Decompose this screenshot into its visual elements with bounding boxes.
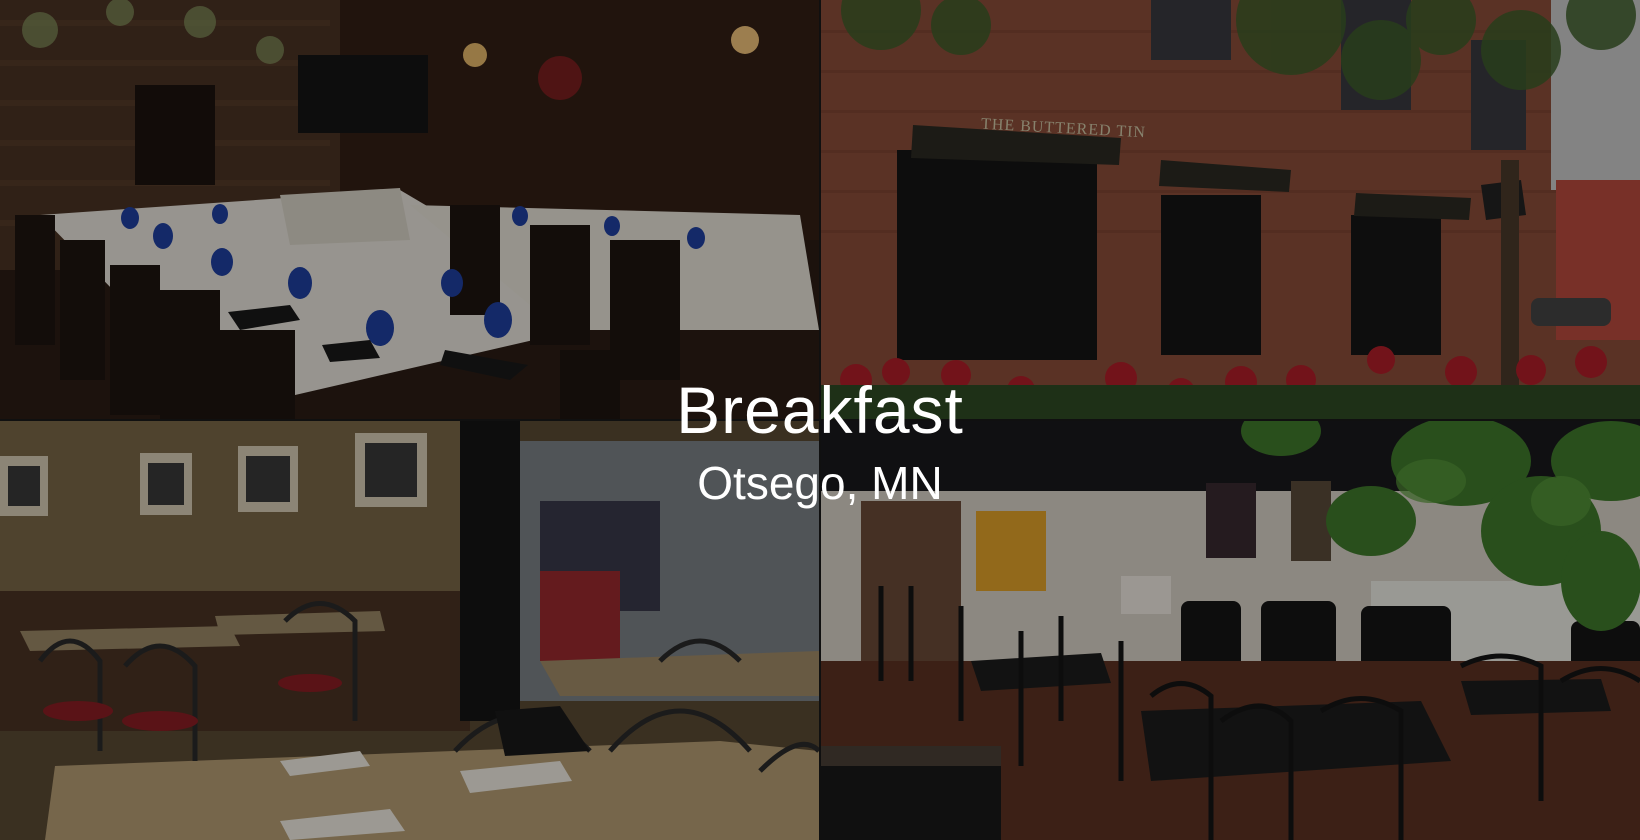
photo-collage: THE BUTTERED TIN Breakfast Otsego, MN (0, 0, 1640, 840)
title-block: Breakfast Otsego, MN (0, 372, 1640, 510)
page-title: Breakfast (676, 373, 964, 447)
location-subtitle: Otsego, MN (697, 457, 943, 509)
